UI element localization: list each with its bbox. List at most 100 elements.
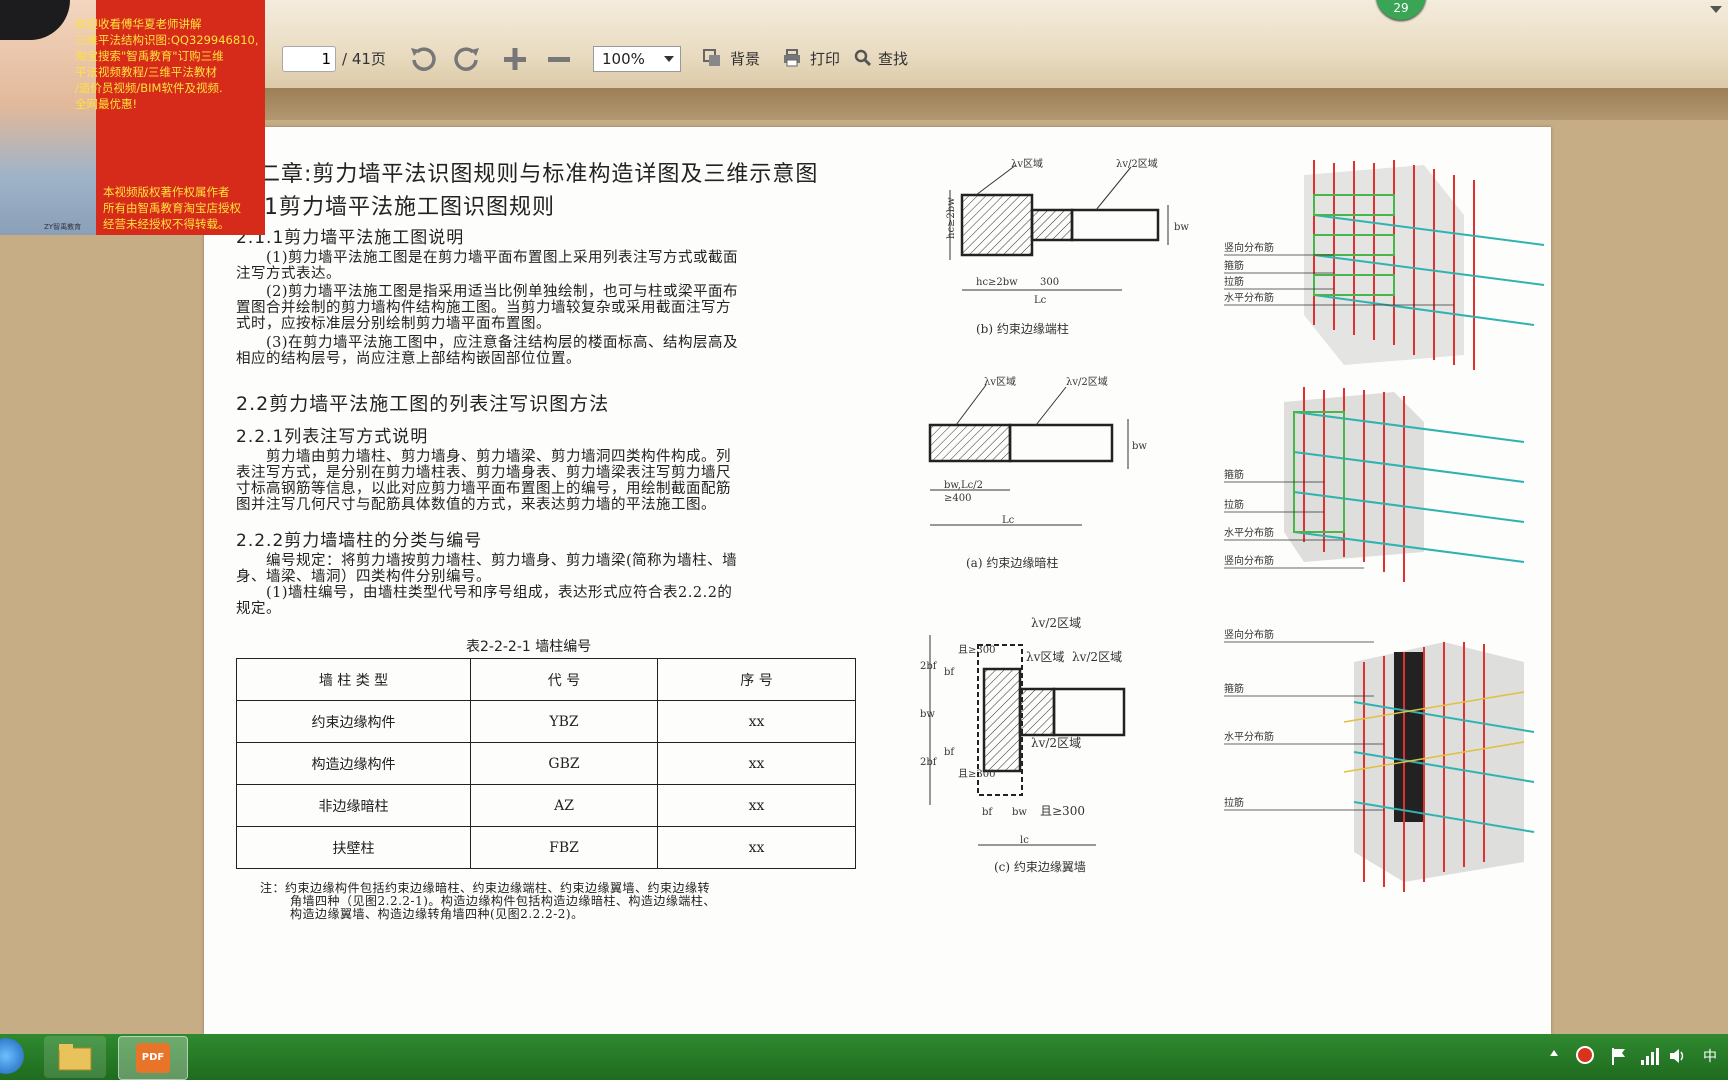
diagram-label: 且≥300 bbox=[1040, 804, 1085, 818]
diagram-label: Lc bbox=[1034, 295, 1047, 306]
diagram-label: λv区域 bbox=[984, 375, 1016, 388]
paragraph-line: 身、墙梁、墙洞）四类构件分别编号。 bbox=[236, 569, 491, 585]
diagram-label: bw,Lc/2 bbox=[944, 480, 983, 491]
table-row: 非边缘暗柱 AZ xx bbox=[236, 784, 856, 827]
table-header: 序 号 bbox=[657, 658, 856, 701]
paragraph-line: 剪力墙由剪力墙柱、剪力墙身、剪力墙梁、剪力墙洞四类构件构成。列 bbox=[266, 449, 731, 465]
diagram-label: bf bbox=[944, 747, 955, 758]
diagram-label: λv/2区域 bbox=[1031, 736, 1081, 750]
ad-line: 本视频版权著作权属作者 bbox=[103, 185, 230, 199]
diagram-label: hc≥2bw bbox=[976, 277, 1018, 288]
paragraph-line: 表注写方式，是分别在剪力墙柱表、剪力墙身表、剪力墙梁表注写剪力墙尺 bbox=[236, 465, 731, 481]
page-number-input[interactable]: 1 bbox=[282, 46, 336, 72]
paragraph-line: 编号规定：将剪力墙按剪力墙柱、剪力墙身、剪力墙梁(简称为墙柱、墙 bbox=[266, 553, 738, 569]
table-cell: 约束边缘构件 bbox=[236, 700, 471, 743]
flag-icon[interactable] bbox=[1610, 1046, 1628, 1066]
video-overlay-ad: ZY智禹教育 欢迎收看傅华夏老师讲解 三维平法结构识图:QQ329946810,… bbox=[0, 0, 265, 235]
table-cell: xx bbox=[657, 826, 856, 869]
rebar-3d-c: 竖向分布筋 箍筋 水平分布筋 拉筋 bbox=[1224, 628, 1535, 892]
paragraph-line: (1)剪力墙平法施工图是在剪力墙平面布置图上采用列表注写方式或截面 bbox=[266, 250, 739, 266]
diagram-label: λv/2区域 bbox=[1031, 616, 1081, 630]
table-row: 约束边缘构件 YBZ xx bbox=[236, 700, 856, 743]
table-header-row: 墙 柱 类 型 代 号 序 号 bbox=[236, 658, 856, 701]
ad-line: 经营未经授权不得转载。 bbox=[103, 217, 230, 231]
background-icon bbox=[703, 49, 720, 66]
diagram-caption: (b) 约束边缘端柱 bbox=[976, 321, 1069, 336]
pdf-app-icon: PDF bbox=[136, 1043, 170, 1073]
table-cell: GBZ bbox=[470, 742, 658, 785]
background-label: 背景 bbox=[730, 49, 761, 68]
table-cell: xx bbox=[657, 700, 856, 743]
taskbar-pdf-button[interactable]: PDF bbox=[118, 1036, 188, 1080]
diagram-label: λv区域 bbox=[1026, 650, 1064, 664]
rebar-label: 箍筋 bbox=[1224, 682, 1244, 695]
diagram-label: ≥400 bbox=[944, 493, 971, 504]
table-header: 代 号 bbox=[470, 658, 658, 701]
zoom-in-icon[interactable] bbox=[500, 44, 530, 74]
diagram-label: λv/2区域 bbox=[1116, 157, 1158, 170]
taskbar-explorer-button[interactable] bbox=[44, 1036, 106, 1078]
tray-expand-icon[interactable] bbox=[1550, 1050, 1558, 1056]
rotate-left-icon[interactable] bbox=[408, 44, 438, 74]
table-cell: 构造边缘构件 bbox=[236, 742, 471, 785]
diagram-label: lc bbox=[1020, 835, 1029, 846]
diagram-label: Lc bbox=[1002, 515, 1015, 526]
start-button[interactable] bbox=[0, 1038, 24, 1074]
wall-column-table: 墙 柱 类 型 代 号 序 号 约束边缘构件 YBZ xx 构造边缘构件 GBZ… bbox=[236, 658, 856, 869]
diagram-caption: (a) 约束边缘暗柱 bbox=[966, 555, 1058, 570]
paragraph-2: (2)剪力墙平法施工图是指采用适当比例单独绘制，也可与柱或梁平面布 置图合并绘制… bbox=[236, 284, 738, 332]
print-button[interactable]: 打印 bbox=[782, 44, 840, 72]
zoom-out-icon[interactable] bbox=[544, 44, 574, 74]
table-cell: xx bbox=[657, 784, 856, 827]
search-icon bbox=[854, 49, 872, 67]
find-button[interactable]: 查找 bbox=[854, 44, 908, 72]
zoom-select[interactable]: 100% bbox=[593, 46, 681, 72]
presenter-hair bbox=[0, 0, 70, 40]
background-button[interactable]: 背景 bbox=[702, 44, 760, 72]
rebar-label: 箍筋 bbox=[1224, 468, 1244, 481]
ime-indicator[interactable]: 中 bbox=[1703, 1046, 1717, 1066]
paragraph-4: 剪力墙由剪力墙柱、剪力墙身、剪力墙梁、剪力墙洞四类构件构成。列 表注写方式，是分… bbox=[236, 449, 731, 513]
ad-text-block: 欢迎收看傅华夏老师讲解 三维平法结构识图:QQ329946810, 淘宝搜索"智… bbox=[75, 16, 258, 112]
diagram-c-section: λv/2区域 λv区域 λv/2区域 λv/2区域 2bf bf 且≥300 b… bbox=[920, 616, 1126, 874]
shirt-logo: ZY智禹教育 bbox=[44, 223, 82, 231]
diagram-label: λv区域 bbox=[1011, 157, 1043, 170]
ad-line: 所有由智禹教育淘宝店授权 bbox=[103, 201, 241, 215]
table-cell: FBZ bbox=[470, 826, 658, 869]
paragraph-line: 相应的结构层号，尚应注意上部结构嵌固部位位置。 bbox=[236, 351, 581, 367]
collapse-arrow-icon[interactable] bbox=[1710, 6, 1722, 13]
paragraph-line: (3)在剪力墙平法施工图中，应注意备注结构层的楼面标高、结构层高及 bbox=[266, 335, 739, 351]
diagram-label: 2bf bbox=[920, 661, 938, 672]
section-title-2-1-1: 2.1.1剪力墙平法施工图说明 bbox=[236, 228, 465, 248]
antivirus-tray-icon[interactable] bbox=[1576, 1046, 1594, 1064]
rotate-right-icon[interactable] bbox=[452, 44, 482, 74]
paragraph-1: (1)剪力墙平法施工图是在剪力墙平面布置图上采用列表注写方式或截面 注写方式表达… bbox=[236, 250, 738, 282]
diagram-label: λv/2区域 bbox=[1072, 650, 1122, 664]
paragraph-line: 注写方式表达。 bbox=[236, 266, 341, 282]
chevron-down-icon bbox=[664, 56, 674, 62]
table-cell: xx bbox=[657, 742, 856, 785]
section-title-2-2-1: 2.2.1列表注写方式说明 bbox=[236, 427, 429, 447]
volume-icon[interactable] bbox=[1668, 1046, 1688, 1066]
rebar-label: 竖向分布筋 bbox=[1224, 554, 1274, 567]
diagram-label: λv/2区域 bbox=[1066, 375, 1108, 388]
rebar-label: 拉筋 bbox=[1224, 498, 1244, 511]
ad-copyright: 本视频版权著作权属作者 所有由智禹教育淘宝店授权 经营未经授权不得转载。 bbox=[103, 184, 241, 232]
table-cell: 扶壁柱 bbox=[236, 826, 471, 869]
table-cell: YBZ bbox=[470, 700, 658, 743]
table-note: 注：约束边缘构件包括约束边缘暗柱、约束边缘端柱、约束边缘翼墙、约束边缘转 角墙四… bbox=[260, 882, 716, 921]
diagram-label: bw bbox=[1012, 807, 1027, 818]
rebar-3d-b: 竖向分布筋 箍筋 拉筋 水平分布筋 bbox=[1224, 160, 1544, 370]
network-signal-icon[interactable] bbox=[1640, 1046, 1660, 1066]
notification-badge[interactable]: 29 bbox=[1376, 0, 1426, 20]
diagram-label: bw bbox=[1174, 222, 1189, 233]
diagram-label: bw bbox=[1132, 441, 1147, 452]
section-title-2-2: 2.2剪力墙平法施工图的列表注写识图方法 bbox=[236, 393, 610, 415]
rebar-label: 竖向分布筋 bbox=[1224, 628, 1274, 641]
rebar-label: 拉筋 bbox=[1224, 275, 1244, 288]
chapter-title: 二章:剪力墙平法识图规则与标准构造详图及三维示意图 bbox=[258, 162, 819, 187]
rebar-label: 箍筋 bbox=[1224, 259, 1244, 272]
paragraph-line: 图并注写几何尺寸与配筋具体数值的方式，来表达剪力墙的平法施工图。 bbox=[236, 497, 716, 513]
rebar-label: 水平分布筋 bbox=[1224, 730, 1274, 743]
diagram-label: bf bbox=[982, 807, 993, 818]
